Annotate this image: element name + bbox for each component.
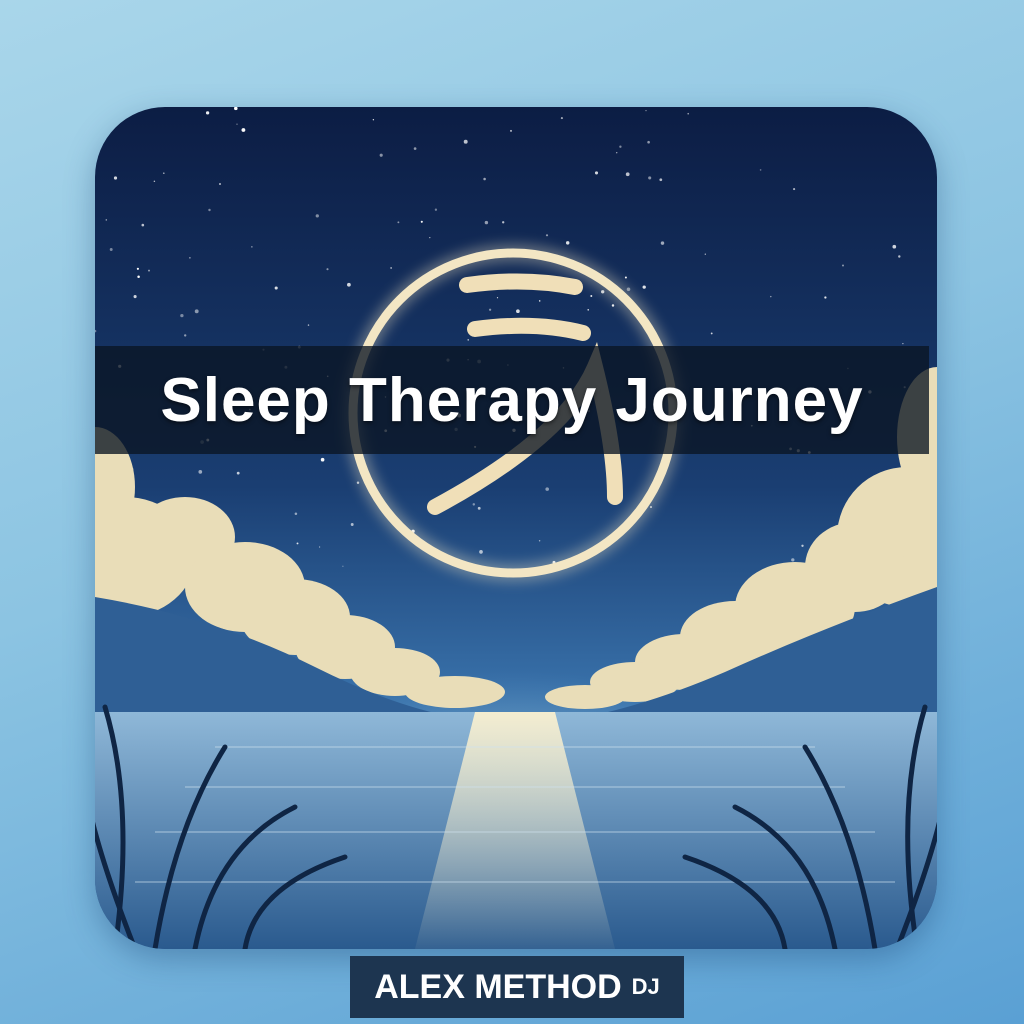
star — [141, 223, 145, 227]
star — [434, 208, 438, 211]
star — [274, 286, 278, 290]
star — [625, 172, 630, 177]
star — [545, 234, 549, 237]
star — [645, 109, 647, 112]
star — [320, 457, 325, 462]
star — [251, 246, 253, 248]
star — [219, 183, 221, 185]
star — [136, 267, 139, 270]
star — [413, 147, 417, 150]
star — [137, 275, 140, 278]
star — [611, 304, 615, 307]
star — [687, 112, 689, 115]
star — [180, 313, 184, 318]
star — [898, 255, 901, 258]
star — [307, 324, 310, 326]
star — [565, 241, 570, 245]
star — [241, 128, 246, 132]
star — [429, 237, 431, 239]
star — [189, 257, 191, 259]
star — [624, 276, 627, 279]
star — [463, 139, 468, 144]
star — [710, 332, 713, 335]
star — [647, 140, 650, 144]
star — [759, 169, 762, 171]
star — [502, 221, 505, 224]
artist-suffix: DJ — [631, 974, 660, 999]
star — [594, 171, 599, 175]
star — [902, 342, 904, 345]
star — [793, 188, 796, 191]
star — [642, 285, 646, 289]
star — [467, 339, 469, 341]
star — [770, 295, 772, 298]
star — [472, 503, 476, 506]
star — [496, 297, 499, 299]
star — [162, 172, 165, 175]
star — [315, 214, 319, 218]
star — [236, 123, 238, 125]
star — [483, 177, 486, 181]
star — [619, 145, 622, 148]
artist-name: ALEX METHOD — [374, 967, 622, 1006]
star — [587, 309, 589, 311]
star — [590, 295, 593, 297]
star — [824, 296, 827, 299]
star — [842, 264, 844, 267]
star — [236, 471, 240, 475]
cover-artwork — [95, 107, 937, 949]
star — [372, 119, 375, 121]
star — [133, 295, 137, 299]
star — [347, 282, 351, 287]
album-cover — [95, 107, 937, 949]
star — [153, 180, 156, 183]
star — [704, 253, 706, 255]
star — [390, 267, 392, 269]
star — [545, 487, 549, 491]
star — [510, 129, 512, 132]
star — [648, 176, 652, 180]
star — [484, 220, 489, 225]
star — [205, 111, 210, 115]
star — [488, 308, 492, 311]
cover-title: Sleep Therapy Journey — [160, 365, 864, 435]
star — [148, 269, 150, 272]
star — [420, 220, 423, 223]
star — [109, 248, 113, 251]
star — [538, 300, 541, 302]
star — [326, 268, 329, 271]
star — [660, 241, 665, 245]
star — [379, 153, 383, 157]
title-banner: Sleep Therapy Journey — [95, 346, 929, 454]
star — [194, 309, 199, 314]
star — [208, 208, 211, 212]
star — [198, 470, 203, 474]
artist-badge: ALEX METHOD DJ — [350, 956, 684, 1018]
star — [397, 221, 400, 224]
star — [893, 107, 896, 109]
star — [105, 219, 108, 221]
star — [615, 151, 618, 154]
star — [113, 176, 118, 180]
star — [560, 117, 563, 120]
star — [184, 334, 187, 337]
star — [892, 244, 897, 249]
star — [659, 178, 663, 182]
star — [516, 309, 520, 314]
